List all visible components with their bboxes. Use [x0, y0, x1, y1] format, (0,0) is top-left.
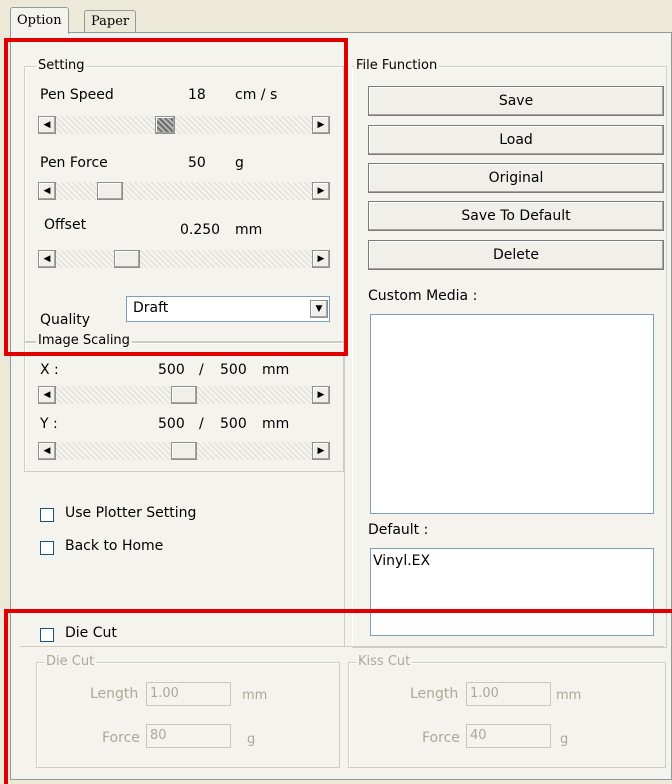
- scale-x-separator: /: [199, 362, 204, 378]
- scale-x-max: 500: [220, 362, 247, 378]
- scale-y-separator: /: [199, 416, 204, 432]
- delete-button[interactable]: Delete: [368, 240, 664, 270]
- save-button[interactable]: Save: [368, 86, 664, 116]
- scroll-right-icon[interactable]: ▶: [312, 386, 330, 404]
- scale-y-value: 500: [158, 416, 185, 432]
- load-button[interactable]: Load: [368, 125, 664, 155]
- scale-x-slider[interactable]: ◀ ▶: [38, 386, 330, 404]
- scale-x-unit: mm: [262, 362, 290, 378]
- scale-x-label: X :: [40, 362, 59, 378]
- scale-x-value: 500: [158, 362, 185, 378]
- custom-media-label: Custom Media :: [368, 288, 478, 304]
- scale-y-label: Y :: [40, 416, 58, 432]
- use-plotter-label: Use Plotter Setting: [65, 505, 197, 521]
- scroll-left-icon[interactable]: ◀: [38, 386, 56, 404]
- scroll-left-icon[interactable]: ◀: [38, 442, 56, 460]
- use-plotter-checkbox[interactable]: [40, 508, 54, 522]
- scale-y-unit: mm: [262, 416, 290, 432]
- file-function-legend: File Function: [354, 58, 440, 73]
- scroll-right-icon[interactable]: ▶: [312, 442, 330, 460]
- highlight-box-setting: [4, 38, 348, 356]
- default-list-item[interactable]: Vinyl.EX: [373, 553, 430, 569]
- scale-y-slider[interactable]: ◀ ▶: [38, 442, 330, 460]
- custom-media-list[interactable]: [370, 314, 654, 514]
- highlight-box-cut: [4, 609, 672, 784]
- scale-y-max: 500: [220, 416, 247, 432]
- back-home-label: Back to Home: [65, 538, 164, 554]
- default-label: Default :: [368, 522, 429, 538]
- scale-x-thumb[interactable]: [171, 386, 197, 404]
- original-button[interactable]: Original: [368, 163, 664, 193]
- scale-y-thumb[interactable]: [171, 442, 197, 460]
- save-to-default-button[interactable]: Save To Default: [368, 201, 664, 231]
- back-home-checkbox[interactable]: [40, 541, 54, 555]
